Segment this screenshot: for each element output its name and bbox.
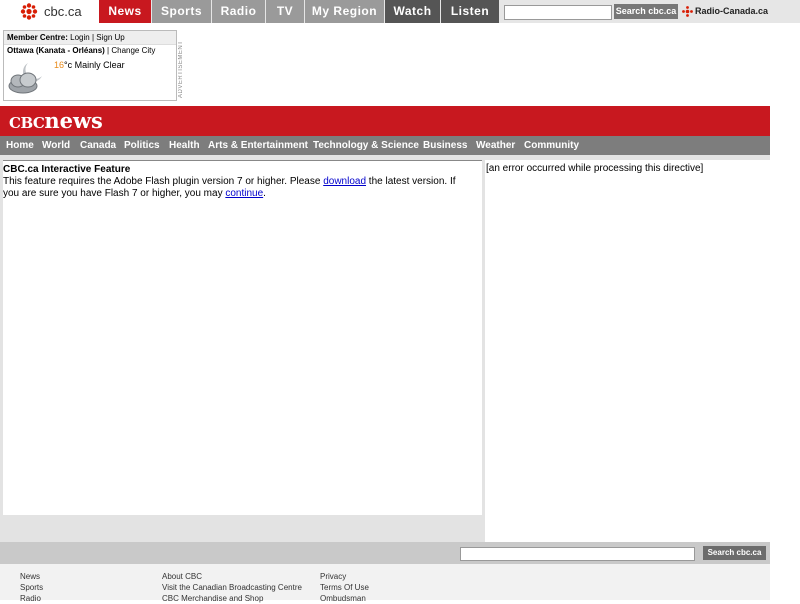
member-centre-bar: Member Centre: Login | Sign Up [4,31,176,45]
page-gutter [770,106,800,600]
radio-canada-link[interactable]: Radio-Canada.ca [695,6,768,16]
footer-search-input[interactable] [460,547,695,561]
cloud-moon-icon [8,63,42,94]
footer-link-privacy[interactable]: Privacy [320,571,369,582]
section-politics[interactable]: Politics [124,136,160,155]
weather-city-line: Ottawa (Kanata - Orléans) | Change City [7,46,156,55]
cbc-news-logo[interactable]: CBCnews [9,108,103,133]
footer-links: News Sports Radio About CBC Visit the Ca… [0,564,770,603]
feature-text-1: This feature requires the Adobe Flash pl… [3,176,324,187]
cbc-news-logo-cbc: CBC [9,114,45,132]
tab-sports[interactable]: Sports [152,0,211,23]
footer-link-shop[interactable]: CBC Merchandise and Shop [162,593,302,604]
section-canada[interactable]: Canada [80,136,116,155]
section-home[interactable]: Home [6,136,34,155]
footer-column-2: About CBC Visit the Canadian Broadcastin… [162,571,302,604]
footer-link-radio[interactable]: Radio [20,593,43,604]
interactive-feature-panel: CBC.ca Interactive Feature This feature … [3,160,482,515]
weather-condition: Mainly Clear [74,60,125,70]
section-arts[interactable]: Arts & Entertainment [208,136,308,155]
tab-news[interactable]: News [99,0,151,23]
radio-canada-gem-icon [682,6,693,17]
section-nav: Home World Canada Politics Health Arts &… [0,136,770,156]
section-technology[interactable]: Technology & Science [313,136,419,155]
footer-link-sports[interactable]: Sports [20,582,43,593]
section-business[interactable]: Business [423,136,467,155]
section-community[interactable]: Community [524,136,579,155]
weather-unit: °c [64,60,73,70]
cbc-gem-icon [20,3,38,20]
footer-column-3: Privacy Terms Of Use Ombudsman [320,571,369,604]
tab-listen[interactable]: Listen [441,0,499,23]
member-centre-label: Member Centre: [7,33,68,42]
footer-link-terms[interactable]: Terms Of Use [320,582,369,593]
login-link[interactable]: Login [70,33,90,42]
signup-link[interactable]: Sign Up [96,33,124,42]
section-weather[interactable]: Weather [476,136,515,155]
feature-title: CBC.ca Interactive Feature [3,164,131,175]
change-city-link[interactable]: Change City [111,46,155,55]
weather-reading: 16°c Mainly Clear [54,60,125,70]
footer-column-1: News Sports Radio [20,571,43,604]
tab-watch-label: Watch [393,4,432,18]
cbc-news-banner: CBCnews [0,106,770,136]
advertisement-label: ADVERTISEMENT [178,40,184,98]
footer-search-button[interactable]: Search cbc.ca [703,546,766,560]
search-input[interactable] [504,5,612,20]
tab-sports-label: Sports [160,4,202,18]
tab-tv[interactable]: TV [266,0,304,23]
weather-temp: 16 [54,60,65,70]
cbc-logo-text: cbc.ca [44,4,82,19]
tab-watch[interactable]: Watch [385,0,440,23]
tab-my-region[interactable]: My Region [305,0,384,23]
feature-message: This feature requires the Adobe Flash pl… [3,176,473,200]
tab-tv-label: TV [276,4,294,18]
feature-text-3: . [263,188,266,199]
search-button[interactable]: Search cbc.ca [614,4,678,19]
footer-link-ombudsman[interactable]: Ombudsman [320,593,369,604]
footer-link-about[interactable]: About CBC [162,571,302,582]
global-nav-bar: cbc.ca News Sports Radio TV My Region Wa… [0,0,800,23]
member-weather-box: Member Centre: Login | Sign Up Ottawa (K… [3,30,177,101]
right-column: [an error occurred while processing this… [485,160,770,542]
member-separator: | [91,33,95,42]
cbc-logo[interactable]: cbc.ca [0,0,99,23]
tab-radio[interactable]: Radio [212,0,265,23]
footer-link-news[interactable]: News [20,571,43,582]
weather-city: Ottawa (Kanata - Orléans) [7,46,105,55]
download-link[interactable]: download [323,176,366,187]
tab-my-region-label: My Region [311,4,378,18]
section-health[interactable]: Health [169,136,200,155]
continue-link[interactable]: continue [225,188,263,199]
cbc-news-logo-news: news [44,108,103,133]
tab-news-label: News [108,4,142,18]
footer-link-visit-cbc[interactable]: Visit the Canadian Broadcasting Centre [162,582,302,593]
tab-radio-label: Radio [220,4,257,18]
section-world[interactable]: World [42,136,70,155]
error-message: [an error occurred while processing this… [486,163,704,174]
footer-search-bar: Search cbc.ca [0,542,770,564]
tab-listen-label: Listen [450,4,490,18]
